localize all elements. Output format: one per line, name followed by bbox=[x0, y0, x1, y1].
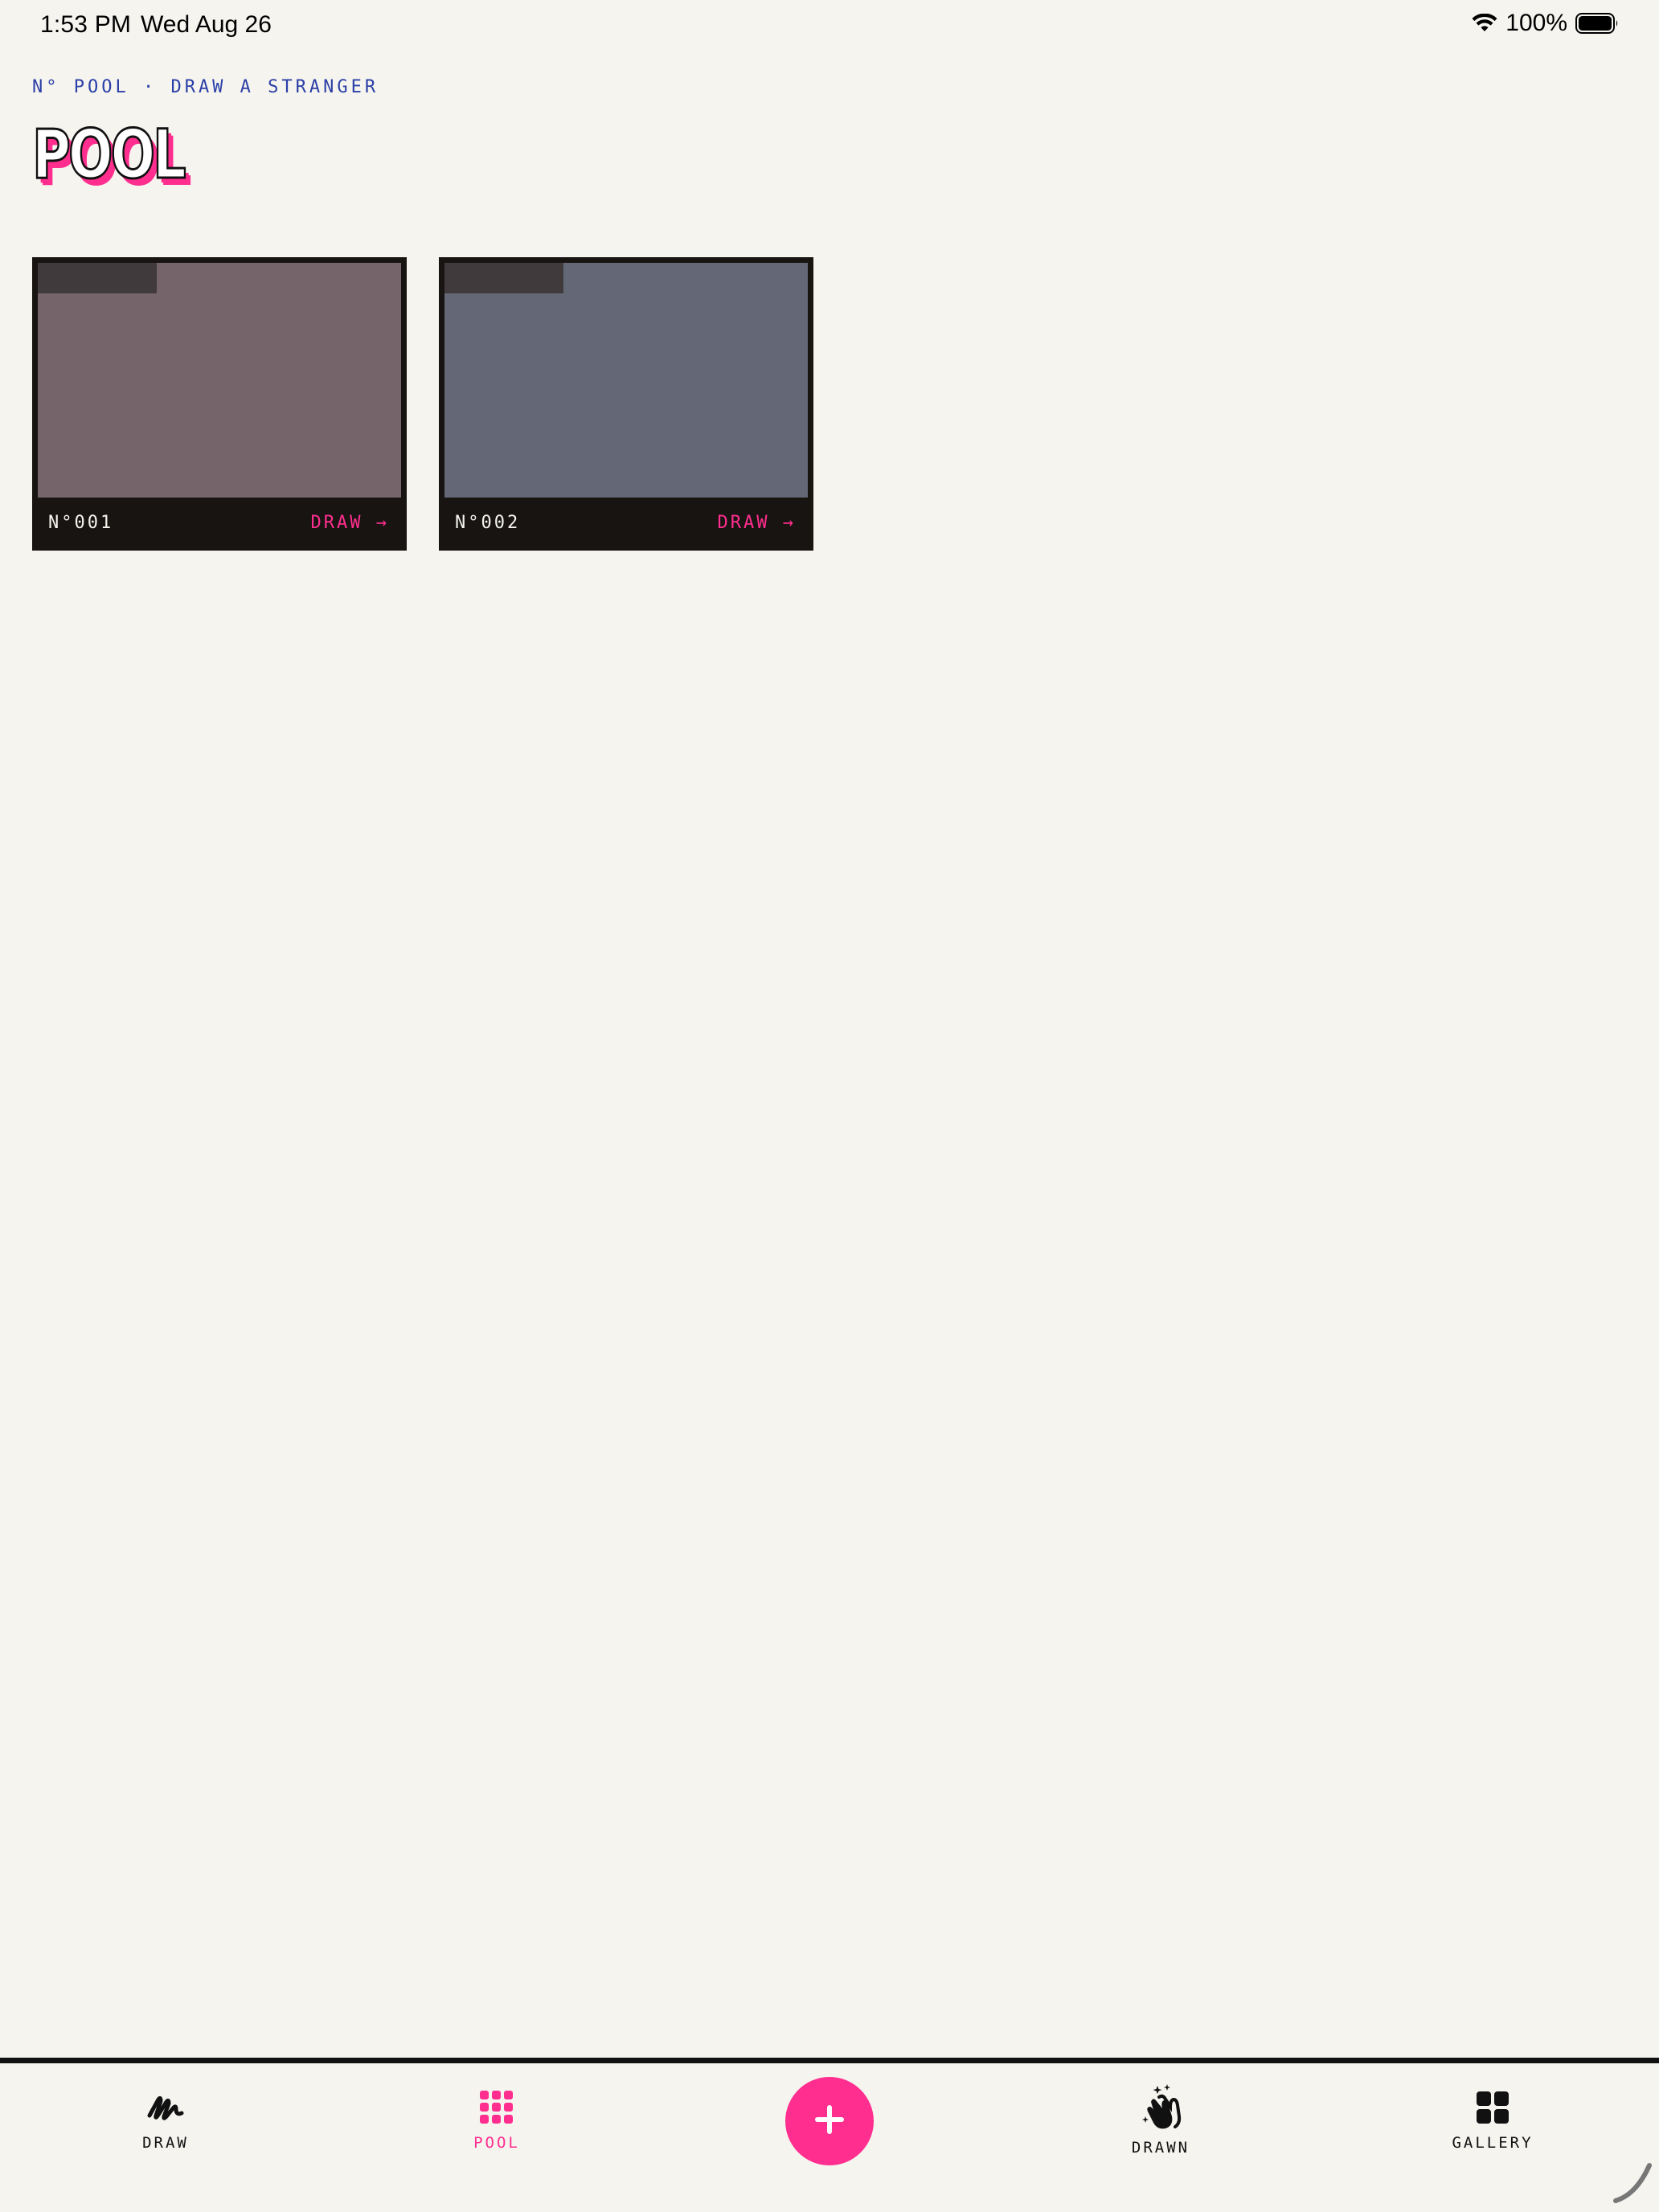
card-number: N°002 bbox=[455, 513, 521, 533]
four-squares-icon bbox=[1477, 2089, 1509, 2126]
clapping-hands-icon bbox=[1140, 2084, 1182, 2131]
battery-icon bbox=[1575, 13, 1619, 34]
status-date: Wed Aug 26 bbox=[141, 11, 272, 38]
tab-label: GALLERY bbox=[1452, 2134, 1534, 2152]
battery-percent: 100% bbox=[1505, 10, 1567, 36]
tab-label: DRAW bbox=[142, 2134, 189, 2152]
tab-gallery[interactable]: GALLERY bbox=[1372, 2063, 1613, 2176]
plus-icon bbox=[813, 2103, 846, 2140]
tab-pool[interactable]: POOL bbox=[376, 2063, 617, 2176]
card-tab bbox=[444, 263, 563, 293]
tab-draw[interactable]: DRAW bbox=[45, 2063, 286, 2176]
status-indicators: 100% bbox=[1472, 10, 1619, 37]
card-image bbox=[38, 263, 401, 498]
pool-card[interactable]: N°001 DRAW → bbox=[32, 257, 407, 551]
draw-link[interactable]: DRAW → bbox=[311, 513, 389, 533]
card-tab bbox=[38, 263, 157, 293]
grid-dots-icon bbox=[480, 2089, 514, 2126]
pool-card[interactable]: N°002 DRAW → bbox=[439, 257, 813, 551]
card-image bbox=[444, 263, 808, 498]
draw-link[interactable]: DRAW → bbox=[718, 513, 796, 533]
card-number: N°001 bbox=[48, 513, 114, 533]
wifi-icon bbox=[1472, 14, 1497, 33]
add-button[interactable] bbox=[785, 2077, 874, 2165]
corner-grabber-icon bbox=[1612, 2162, 1654, 2208]
page-title: POOL bbox=[31, 115, 187, 194]
scribble-icon bbox=[147, 2089, 184, 2126]
tab-drawn[interactable]: DRAWN bbox=[1040, 2063, 1281, 2176]
tab-label: POOL bbox=[473, 2134, 520, 2152]
page-eyebrow: N° POOL · DRAW A STRANGER bbox=[32, 77, 379, 97]
status-time: 1:53 PM bbox=[40, 11, 132, 38]
tab-label: DRAWN bbox=[1131, 2139, 1190, 2157]
